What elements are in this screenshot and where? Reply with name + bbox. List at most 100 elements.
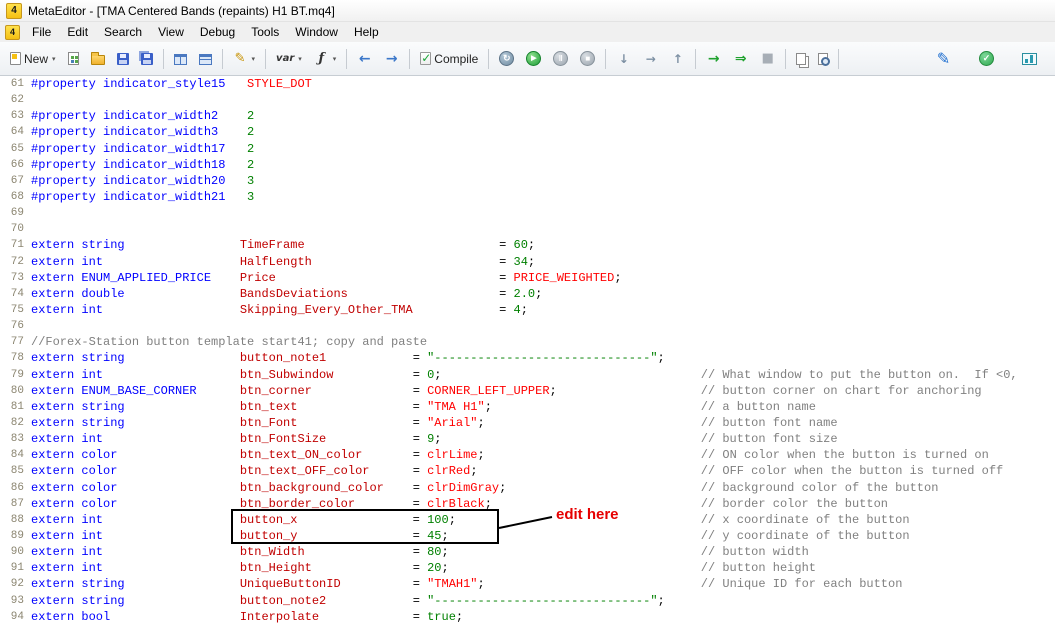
debug-restart-icon-button[interactable]: ↻ [494, 46, 519, 71]
code-line[interactable]: 72 extern int HalfLength = 34; [0, 254, 1055, 270]
styler-icon-button[interactable]: ✎ ▾ [228, 46, 261, 71]
code-line[interactable]: 80 extern ENUM_BASE_CORNER btn_corner = C… [0, 383, 1055, 399]
save-icon-button[interactable] [112, 46, 134, 71]
code-editor[interactable]: 61 #property indicator_style15 STYLE_DOT 6… [0, 76, 1055, 625]
mql-wizard-icon-button[interactable] [63, 46, 84, 71]
new-button[interactable]: New ▾ [5, 46, 61, 71]
code-line[interactable]: 91 extern int btn_Height = 20; // button … [0, 560, 1055, 576]
line-number[interactable]: 62 [0, 92, 31, 108]
line-number[interactable]: 90 [0, 544, 31, 560]
line-number[interactable]: 91 [0, 560, 31, 576]
line-number[interactable]: 66 [0, 157, 31, 173]
step-out-icon-button[interactable]: ↑ [665, 46, 690, 71]
line-number[interactable]: 74 [0, 286, 31, 302]
line-number[interactable]: 76 [0, 318, 31, 334]
code-line[interactable]: 78 extern string button_note1 = "--------… [0, 350, 1055, 366]
menu-item-view[interactable]: View [150, 23, 192, 41]
code-line[interactable]: 74 extern double BandsDeviations = 2.0; [0, 286, 1055, 302]
code-line[interactable]: 89 extern int button_y = 45; // y coordin… [0, 528, 1055, 544]
code-line[interactable]: 86 extern color btn_background_color = cl… [0, 480, 1055, 496]
code-line[interactable]: 62 [0, 92, 1055, 108]
open-terminal-chart-icon-button[interactable] [1017, 46, 1042, 71]
document-mdi-icon[interactable]: 4 [5, 24, 20, 40]
menu-item-file[interactable]: File [24, 23, 59, 41]
line-number[interactable]: 77 [0, 334, 31, 350]
continue-icon-button[interactable]: ⇒ [728, 46, 753, 71]
line-number[interactable]: 82 [0, 415, 31, 431]
line-number[interactable]: 64 [0, 124, 31, 140]
line-number[interactable]: 61 [0, 76, 31, 92]
line-number[interactable]: 87 [0, 496, 31, 512]
code-line[interactable]: 61 #property indicator_style15 STYLE_DOT [0, 76, 1055, 92]
code-line[interactable]: 67 #property indicator_width20 3 [0, 173, 1055, 189]
line-number[interactable]: 70 [0, 221, 31, 237]
tile-windows-horizontal-icon-button[interactable] [194, 46, 217, 71]
code-line[interactable]: 66 #property indicator_width18 2 [0, 157, 1055, 173]
line-number[interactable]: 84 [0, 447, 31, 463]
line-number[interactable]: 94 [0, 609, 31, 625]
code-line[interactable]: 93 extern string button_note2 = "--------… [0, 593, 1055, 609]
line-number[interactable]: 75 [0, 302, 31, 318]
line-number[interactable]: 85 [0, 463, 31, 479]
code-line[interactable]: 75 extern int Skipping_Every_Other_TMA = … [0, 302, 1055, 318]
line-number[interactable]: 71 [0, 237, 31, 253]
insert-variable-icon-button[interactable]: var ▾ [271, 46, 307, 71]
line-number[interactable]: 80 [0, 383, 31, 399]
line-number[interactable]: 93 [0, 593, 31, 609]
code-line[interactable]: 77//Forex-Station button template start4… [0, 334, 1055, 350]
debug-pause-icon-button[interactable]: ‖ [548, 46, 573, 71]
menu-item-edit[interactable]: Edit [59, 23, 96, 41]
line-number[interactable]: 81 [0, 399, 31, 415]
code-line[interactable]: 70 [0, 221, 1055, 237]
code-line[interactable]: 69 [0, 205, 1055, 221]
line-number[interactable]: 72 [0, 254, 31, 270]
debug-start-icon-button[interactable]: ▶ [521, 46, 546, 71]
menu-item-window[interactable]: Window [287, 23, 346, 41]
line-number[interactable]: 73 [0, 270, 31, 286]
code-line[interactable]: 88 extern int button_x = 100; // x coordi… [0, 512, 1055, 528]
menu-item-search[interactable]: Search [96, 23, 150, 41]
compile-button[interactable]: Compile [415, 46, 483, 71]
code-line[interactable]: 65 #property indicator_width17 2 [0, 141, 1055, 157]
line-number[interactable]: 68 [0, 189, 31, 205]
menu-item-help[interactable]: Help [346, 23, 387, 41]
break-icon-button[interactable]: ■ [755, 46, 780, 71]
code-search-icon-button[interactable] [813, 46, 833, 71]
line-number[interactable]: 65 [0, 141, 31, 157]
code-line[interactable]: 76 [0, 318, 1055, 334]
line-number[interactable]: 63 [0, 108, 31, 124]
code-line[interactable]: 79 extern int btn_Subwindow = 0; // What … [0, 367, 1055, 383]
security-check-icon-button[interactable]: ✓ [974, 46, 999, 71]
code-line[interactable]: 71 extern string TimeFrame = 60; [0, 237, 1055, 253]
code-line[interactable]: 81 extern string btn_text = "TMA H1"; // … [0, 399, 1055, 415]
open-file-icon-button[interactable] [86, 46, 110, 71]
step-over-icon-button[interactable]: → [638, 46, 663, 71]
code-line[interactable]: 87 extern color btn_border_color = clrBla… [0, 496, 1055, 512]
metaeditor-pencil-icon-button[interactable]: ✎ [931, 46, 956, 71]
code-line[interactable]: 64 #property indicator_width3 2 [0, 124, 1055, 140]
code-line[interactable]: 90 extern int btn_Width = 80; // button w… [0, 544, 1055, 560]
code-line[interactable]: 85 extern color btn_text_OFF_color = clrR… [0, 463, 1055, 479]
code-line[interactable]: 82 extern string btn_Font = "Arial"; // b… [0, 415, 1055, 431]
navigate-back-icon-button[interactable]: ← [352, 46, 377, 71]
save-all-icon-button[interactable] [136, 46, 158, 71]
line-number[interactable]: 92 [0, 576, 31, 592]
menu-item-debug[interactable]: Debug [192, 23, 243, 41]
step-into-icon-button[interactable]: ↓ [611, 46, 636, 71]
code-line[interactable]: 84 extern color btn_text_ON_color = clrLi… [0, 447, 1055, 463]
line-number[interactable]: 78 [0, 350, 31, 366]
navigate-forward-icon-button[interactable]: → [379, 46, 404, 71]
debug-stop-icon-button[interactable]: ■ [575, 46, 600, 71]
code-line[interactable]: 68 #property indicator_width21 3 [0, 189, 1055, 205]
line-number[interactable]: 88 [0, 512, 31, 528]
profiler-report-icon-button[interactable] [791, 46, 811, 71]
line-number[interactable]: 89 [0, 528, 31, 544]
code-line[interactable]: 63 #property indicator_width2 2 [0, 108, 1055, 124]
insert-function-icon-button[interactable]: ƒ ▾ [309, 46, 342, 71]
line-number[interactable]: 67 [0, 173, 31, 189]
code-line[interactable]: 92 extern string UniqueButtonID = "TMAH1"… [0, 576, 1055, 592]
line-number[interactable]: 86 [0, 480, 31, 496]
line-number[interactable]: 69 [0, 205, 31, 221]
menu-item-tools[interactable]: Tools [243, 23, 287, 41]
run-to-cursor-icon-button[interactable]: → [701, 46, 726, 71]
